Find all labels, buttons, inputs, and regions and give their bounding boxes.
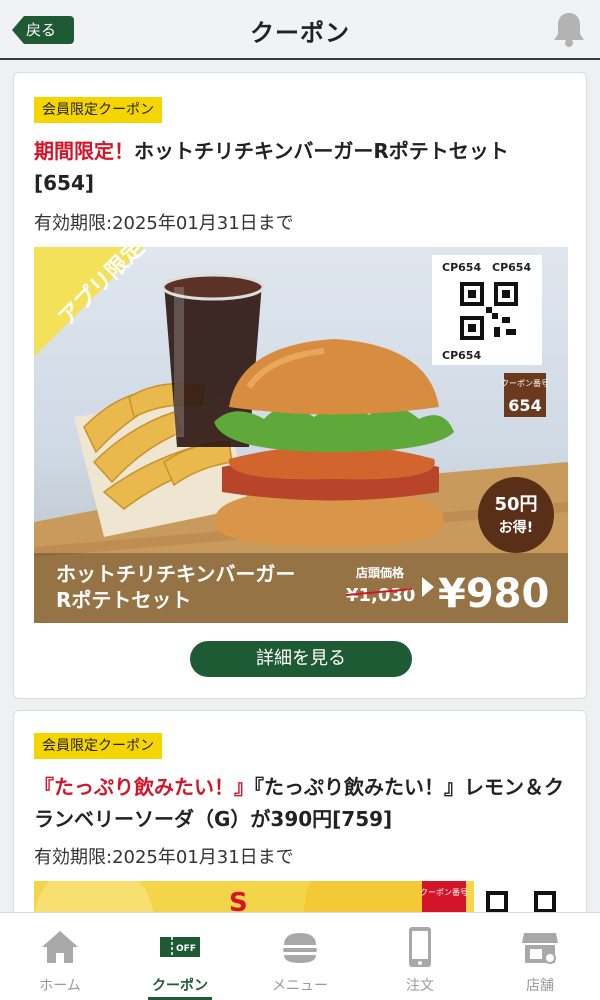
discount-amount: 50円 bbox=[494, 494, 537, 515]
coupon-icon: OFF bbox=[160, 937, 200, 957]
store-price-label: 店頭価格 bbox=[356, 565, 405, 580]
member-only-tag: 会員限定クーポン bbox=[34, 733, 162, 759]
title-highlight: 期間限定！ bbox=[34, 139, 134, 163]
nav-label: メニュー bbox=[272, 978, 328, 994]
product-name-line1: ホットチリチキンバーガー bbox=[56, 562, 295, 586]
nav-label: 店舗 bbox=[526, 978, 554, 994]
store-icon bbox=[522, 933, 558, 964]
expiry-date: 有効期限:2025年01月31日まで bbox=[34, 847, 294, 868]
coupon-no-label: クーポン番号 bbox=[420, 887, 468, 897]
nav-coupon[interactable]: OFF クーポン bbox=[120, 913, 240, 1000]
title-highlight: 『たっぷり飲みたい！』 bbox=[34, 775, 254, 799]
coupon-title: 『たっぷり飲みたい！』『たっぷり飲みたい！』レモン＆クランベリーソーダ（G）が3… bbox=[34, 771, 570, 835]
coupon-card[interactable]: 会員限定クーポン 『たっぷり飲みたい！』『たっぷり飲みたい！』レモン＆クランベリ… bbox=[13, 710, 587, 912]
nav-order[interactable]: 注文 bbox=[360, 913, 480, 1000]
page-title: クーポン bbox=[250, 19, 350, 47]
nav-home[interactable]: ホーム bbox=[0, 913, 120, 1000]
product-name-line2: Rポテトセット bbox=[56, 588, 191, 612]
svg-text:S: S bbox=[229, 888, 248, 912]
coupon-no-label: クーポン番号 bbox=[501, 378, 549, 388]
bell-icon[interactable] bbox=[552, 10, 586, 48]
store-price: ¥1,030 bbox=[346, 585, 415, 606]
member-only-tag: 会員限定クーポン bbox=[34, 97, 162, 123]
bottom-nav: ホーム OFF クーポン メニュー 注文 店舗 bbox=[0, 912, 600, 1000]
coupon-no: 654 bbox=[508, 396, 541, 415]
nav-label: クーポン bbox=[152, 978, 208, 994]
coupon-image[interactable]: アプリ限定 CP654 CP654 CP654 クーポン番号 654 50円 お… bbox=[34, 247, 568, 623]
coupon-price: ¥980 bbox=[438, 571, 549, 617]
phone-icon bbox=[409, 927, 431, 967]
qr-code-label: CP654 bbox=[492, 261, 531, 274]
home-icon bbox=[42, 931, 78, 963]
expiry-date: 有効期限:2025年01月31日まで bbox=[34, 213, 294, 234]
coupon-title: 期間限定！ホットチリチキンバーガーRポテトセット [654] bbox=[34, 135, 570, 199]
burger-icon bbox=[283, 933, 317, 963]
nav-menu[interactable]: メニュー bbox=[240, 913, 360, 1000]
coupon-image[interactable]: S クーポン番号 bbox=[34, 881, 568, 912]
svg-text:OFF: OFF bbox=[176, 944, 196, 954]
title-code: [654] bbox=[34, 171, 95, 195]
nav-store[interactable]: 店舗 bbox=[480, 913, 600, 1000]
coupon-list[interactable]: 会員限定クーポン 期間限定！ホットチリチキンバーガーRポテトセット [654] … bbox=[0, 62, 600, 912]
title-text: ホットチリチキンバーガーRポテトセット bbox=[134, 139, 509, 163]
qr-code-label: CP654 bbox=[442, 261, 481, 274]
nav-label: ホーム bbox=[39, 978, 81, 994]
discount-label: お得! bbox=[499, 519, 533, 536]
detail-button[interactable]: 詳細を見る bbox=[190, 641, 412, 677]
coupon-card[interactable]: 会員限定クーポン 期間限定！ホットチリチキンバーガーRポテトセット [654] … bbox=[13, 72, 587, 699]
app-header: 戻る クーポン bbox=[0, 0, 600, 60]
qr-code-label: CP654 bbox=[442, 349, 481, 362]
nav-label: 注文 bbox=[406, 978, 434, 994]
